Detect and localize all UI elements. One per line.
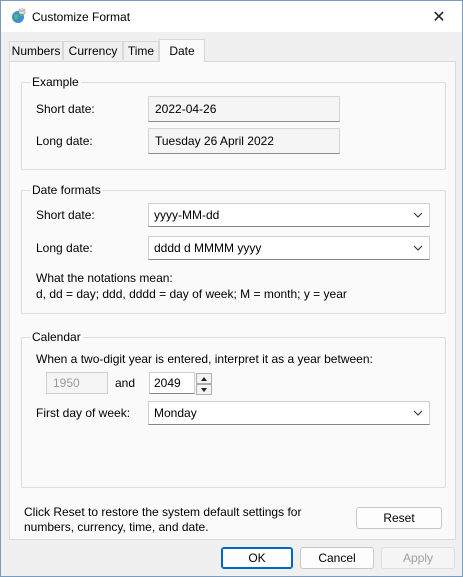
- apply-button[interactable]: Apply: [381, 547, 455, 569]
- year-end-spinner: [196, 373, 212, 395]
- example-short-date-value: 2022-04-26: [148, 96, 340, 122]
- tab-date[interactable]: Date: [159, 39, 205, 62]
- reset-text-line1: Click Reset to restore the system defaul…: [24, 505, 302, 519]
- long-date-format-label: Long date:: [36, 241, 93, 255]
- window-title: Customize Format: [32, 10, 131, 24]
- spin-up-button[interactable]: [196, 373, 212, 384]
- tab-time[interactable]: Time: [123, 41, 159, 60]
- chevron-down-icon: [413, 410, 423, 416]
- tab-numbers[interactable]: Numbers: [9, 41, 63, 60]
- close-icon: ✕: [432, 8, 446, 26]
- short-date-format-value: yyyy-MM-dd: [154, 208, 220, 222]
- reset-button[interactable]: Reset: [356, 507, 442, 529]
- ok-button[interactable]: OK: [221, 547, 293, 569]
- reset-text-line2: numbers, currency, time, and date.: [24, 520, 209, 534]
- arrow-down-icon: [201, 387, 207, 392]
- short-date-format-combo[interactable]: yyyy-MM-dd: [148, 203, 430, 227]
- long-date-format-combo[interactable]: dddd d MMMM yyyy: [148, 236, 430, 260]
- long-date-format-value: dddd d MMMM yyyy: [154, 241, 262, 255]
- tab-currency[interactable]: Currency: [63, 41, 123, 60]
- calendar-group: Calendar When a two-digit year is entere…: [21, 330, 446, 488]
- short-date-format-label: Short date:: [36, 208, 95, 222]
- calendar-group-title: Calendar: [30, 330, 83, 344]
- customize-format-dialog: Customize Format ✕ Numbers Currency Time…: [0, 0, 463, 577]
- first-day-of-week-value: Monday: [154, 406, 197, 420]
- example-short-date-label: Short date:: [36, 102, 95, 116]
- close-button[interactable]: ✕: [416, 1, 462, 32]
- chevron-down-icon: [413, 212, 423, 218]
- spin-down-button[interactable]: [196, 384, 212, 395]
- date-formats-group: Date formats Short date: yyyy-MM-dd Long…: [21, 183, 446, 314]
- example-group: Example Short date: 2022-04-26 Long date…: [21, 75, 446, 170]
- chevron-down-icon: [413, 245, 423, 251]
- example-long-date-value: Tuesday 26 April 2022: [148, 128, 340, 154]
- example-group-title: Example: [30, 75, 81, 89]
- cancel-button[interactable]: Cancel: [300, 547, 374, 569]
- first-day-of-week-label: First day of week:: [36, 406, 131, 420]
- two-digit-year-text: When a two-digit year is entered, interp…: [36, 352, 373, 366]
- regional-settings-icon: [12, 8, 26, 23]
- and-label: and: [115, 376, 136, 390]
- notation-heading: What the notations mean:: [36, 271, 173, 285]
- date-formats-group-title: Date formats: [30, 183, 103, 197]
- year-end-field[interactable]: 2049: [149, 372, 195, 394]
- year-start-field: 1950: [46, 372, 108, 394]
- reset-description: Click Reset to restore the system defaul…: [24, 505, 301, 535]
- arrow-up-icon: [201, 376, 207, 381]
- date-tab-panel: Example Short date: 2022-04-26 Long date…: [9, 61, 456, 540]
- example-long-date-label: Long date:: [36, 134, 93, 148]
- notation-text: d, dd = day; ddd, dddd = day of week; M …: [36, 287, 347, 301]
- title-bar: Customize Format ✕: [1, 1, 462, 32]
- first-day-of-week-combo[interactable]: Monday: [148, 401, 430, 425]
